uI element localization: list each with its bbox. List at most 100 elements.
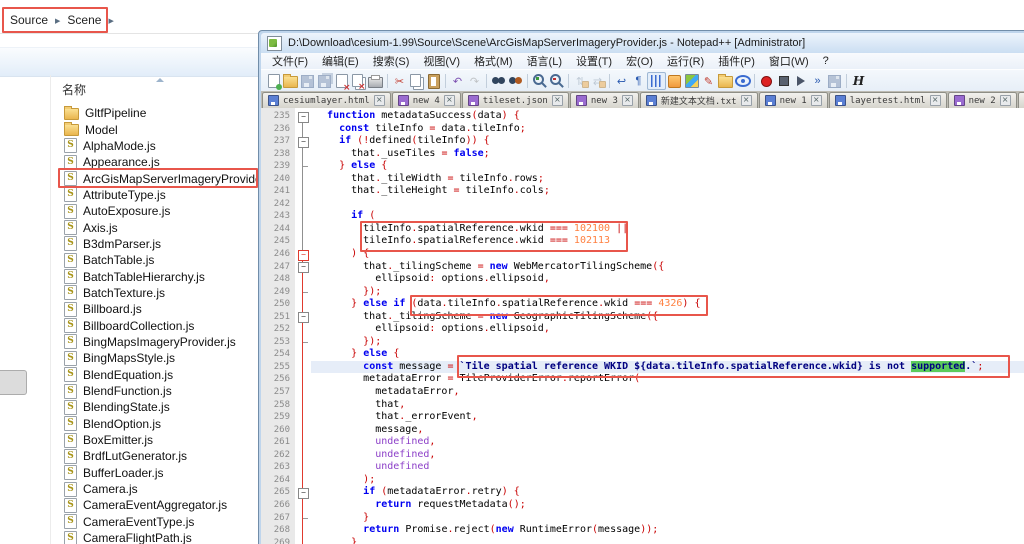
fold-collapse-box[interactable] bbox=[298, 312, 309, 324]
close-all-icon[interactable] bbox=[350, 73, 367, 92]
file-row[interactable]: BingMapsImageryProvider.js bbox=[52, 334, 258, 350]
column-header-name[interactable]: 名称 bbox=[62, 81, 86, 98]
file-row[interactable]: BingMapsStyle.js bbox=[52, 350, 258, 366]
file-row[interactable]: BlendFunction.js bbox=[52, 383, 258, 399]
menu-item[interactable]: 宏(O) bbox=[619, 52, 660, 70]
show-all-characters-icon[interactable]: ¶ bbox=[630, 73, 647, 89]
breadcrumb-item[interactable]: Source bbox=[10, 13, 48, 27]
file-row[interactable]: Model bbox=[52, 121, 258, 137]
breadcrumb-arrow-icon[interactable]: ▶ bbox=[108, 17, 113, 25]
menu-item[interactable]: 语言(L) bbox=[520, 52, 569, 70]
file-row[interactable]: BatchTable.js bbox=[52, 252, 258, 268]
menu-item[interactable]: 搜索(S) bbox=[366, 52, 417, 70]
edit-pencil-icon[interactable]: ✎ bbox=[700, 73, 717, 89]
cut-icon[interactable]: ✂ bbox=[391, 73, 408, 89]
menu-item[interactable]: 编辑(E) bbox=[315, 52, 366, 70]
tab-新建文本文档.txt[interactable]: 新建文本文档.txt × bbox=[639, 92, 758, 108]
sync-scroll-vertical-icon[interactable]: ⇅ bbox=[572, 73, 589, 89]
file-row[interactable]: AttributeType.js bbox=[52, 187, 258, 203]
paste-icon[interactable] bbox=[425, 73, 442, 89]
file-row[interactable]: AutoExposure.js bbox=[52, 203, 258, 219]
file-row[interactable]: CameraFlightPath.js bbox=[52, 530, 258, 544]
undo-icon[interactable]: ↶ bbox=[449, 73, 466, 89]
fold-collapse-box[interactable] bbox=[298, 262, 309, 274]
file-row[interactable]: AlphaMode.js bbox=[52, 138, 258, 154]
file-row[interactable]: BillboardCollection.js bbox=[52, 317, 258, 334]
tab-close-icon[interactable]: × bbox=[373, 95, 385, 106]
tab-new 1[interactable]: new 1 × bbox=[758, 92, 828, 108]
tab-layertest.html[interactable]: layertest.html × bbox=[828, 92, 947, 108]
tab-cesiumlayer.html[interactable]: cesiumlayer.html × bbox=[262, 92, 391, 108]
tab-close-icon[interactable]: × bbox=[621, 95, 633, 106]
file-row[interactable]: Axis.js bbox=[52, 219, 258, 236]
tab-new 3[interactable]: new 3 × bbox=[569, 92, 639, 108]
file-row[interactable]: B3dmParser.js bbox=[52, 236, 258, 252]
menu-item[interactable]: 视图(V) bbox=[416, 52, 467, 70]
macro-record-icon[interactable] bbox=[758, 73, 775, 89]
function-list-icon[interactable] bbox=[666, 73, 683, 89]
file-row[interactable]: Appearance.js bbox=[52, 154, 258, 170]
zoom-in-icon[interactable] bbox=[531, 73, 548, 89]
menu-item[interactable]: 运行(R) bbox=[660, 52, 711, 70]
file-monitor-eye-icon[interactable] bbox=[734, 73, 751, 89]
save-all-icon[interactable] bbox=[316, 73, 333, 89]
redo-icon[interactable]: ↷ bbox=[466, 73, 483, 89]
close-icon[interactable] bbox=[333, 73, 351, 93]
file-row[interactable]: BatchTexture.js bbox=[52, 285, 258, 301]
file-row[interactable]: CameraEventAggregator.js bbox=[52, 497, 258, 513]
open-file-icon[interactable] bbox=[282, 73, 299, 89]
macro-stop-icon[interactable] bbox=[775, 73, 792, 89]
file-row[interactable]: Billboard.js bbox=[52, 301, 258, 317]
print-icon[interactable] bbox=[367, 73, 384, 89]
file-row[interactable]: BatchTableHierarchy.js bbox=[52, 268, 258, 285]
tab-close-icon[interactable]: × bbox=[443, 95, 455, 106]
plugin-H-icon[interactable]: H bbox=[850, 73, 867, 89]
folder-as-workspace-icon[interactable] bbox=[717, 73, 734, 89]
file-row[interactable]: BoxEmitter.js bbox=[52, 432, 258, 448]
macro-play-icon[interactable] bbox=[792, 73, 809, 89]
editor-code-area[interactable]: function metadataSuccess(data) { const t… bbox=[311, 108, 1024, 544]
file-row[interactable]: BlendOption.js bbox=[52, 416, 258, 432]
file-row[interactable]: ArcGisMapServerImageryProvider.js bbox=[52, 170, 277, 187]
fold-collapse-box[interactable] bbox=[298, 488, 309, 499]
tab-close-icon[interactable]: × bbox=[999, 95, 1011, 106]
macro-save-icon[interactable] bbox=[826, 73, 843, 89]
new-file-icon[interactable] bbox=[265, 73, 282, 90]
file-row[interactable]: GltfPipeline bbox=[52, 105, 258, 121]
menu-item[interactable]: 格式(M) bbox=[467, 52, 520, 70]
sort-ascending-icon[interactable] bbox=[156, 78, 164, 82]
tab-close-icon[interactable]: × bbox=[929, 95, 941, 106]
tab-new 5[interactable]: new 5× bbox=[1017, 92, 1024, 108]
save-icon[interactable] bbox=[299, 73, 316, 89]
indent-guide-icon[interactable] bbox=[647, 72, 666, 90]
menu-item[interactable]: ? bbox=[816, 54, 836, 68]
find-icon[interactable] bbox=[490, 73, 507, 89]
sync-scroll-horizontal-icon[interactable]: ⇄ bbox=[589, 73, 606, 89]
word-wrap-icon[interactable]: ↩ bbox=[613, 73, 630, 89]
file-row[interactable]: BlendEquation.js bbox=[52, 367, 258, 383]
file-row[interactable]: Camera.js bbox=[52, 481, 258, 497]
tab-close-icon[interactable]: × bbox=[740, 95, 752, 106]
tab-close-icon[interactable]: × bbox=[810, 95, 822, 106]
document-map-icon[interactable] bbox=[683, 73, 700, 89]
macro-run-multiple-icon[interactable]: » bbox=[809, 73, 826, 89]
file-row[interactable]: CameraEventType.js bbox=[52, 514, 258, 530]
tab-new 4[interactable]: new 4 × bbox=[391, 92, 461, 108]
menu-item[interactable]: 插件(P) bbox=[711, 52, 762, 70]
title-bar[interactable]: D:\Download\cesium-1.99\Source\Scene\Arc… bbox=[261, 33, 1024, 53]
menu-item[interactable]: 窗口(W) bbox=[762, 52, 816, 70]
fold-collapse-box[interactable] bbox=[298, 249, 309, 261]
copy-icon[interactable] bbox=[408, 73, 425, 89]
file-row[interactable]: BrdfLutGenerator.js bbox=[52, 448, 258, 464]
breadcrumb-arrow-icon[interactable]: ▶ bbox=[55, 17, 60, 25]
fold-collapse-box[interactable] bbox=[298, 136, 309, 148]
replace-icon[interactable] bbox=[507, 73, 524, 89]
menu-item[interactable]: 设置(T) bbox=[569, 52, 619, 70]
breadcrumb-item[interactable]: Scene bbox=[67, 13, 101, 27]
file-row[interactable]: BufferLoader.js bbox=[52, 465, 258, 481]
fold-collapse-box[interactable] bbox=[298, 111, 309, 123]
menu-item[interactable]: 文件(F) bbox=[265, 52, 315, 70]
tab-close-icon[interactable]: × bbox=[551, 95, 563, 106]
file-row[interactable]: BlendingState.js bbox=[52, 399, 258, 415]
tab-tileset.json[interactable]: tileset.json × bbox=[461, 92, 569, 108]
